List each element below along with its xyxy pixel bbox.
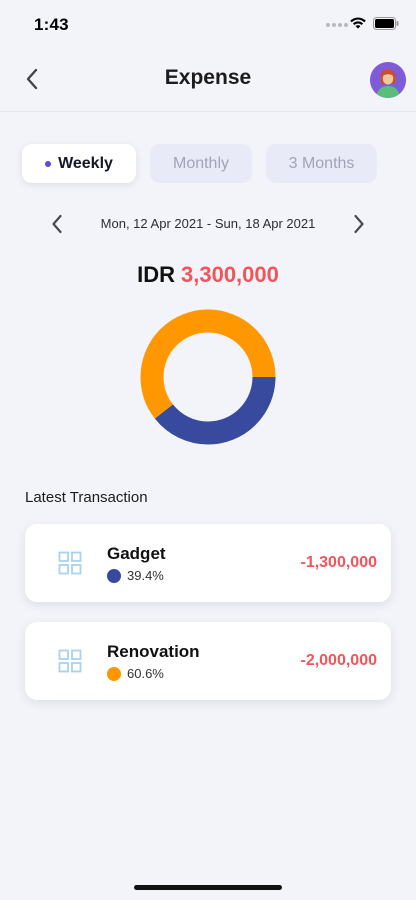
transaction-card-renovation[interactable]: Renovation 60.6% -2,000,000 bbox=[25, 622, 391, 700]
date-range-row: Mon, 12 Apr 2021 - Sun, 18 Apr 2021 bbox=[0, 210, 416, 238]
selected-dot-icon bbox=[45, 160, 52, 167]
section-title-latest-transaction: Latest Transaction bbox=[25, 489, 148, 506]
transaction-share: 39.4% bbox=[107, 568, 164, 583]
battery-icon bbox=[373, 17, 399, 30]
transaction-amount: -2,000,000 bbox=[300, 652, 377, 669]
user-avatar-icon bbox=[370, 62, 406, 98]
signal-icon bbox=[326, 23, 348, 27]
status-bar: 1:43 bbox=[0, 0, 416, 46]
grid-icon bbox=[58, 649, 82, 673]
transaction-share: 60.6% bbox=[107, 666, 164, 681]
next-period-button[interactable] bbox=[348, 213, 370, 235]
tab-weekly[interactable]: Weekly bbox=[22, 144, 136, 183]
transaction-amount: -1,300,000 bbox=[300, 554, 377, 571]
home-indicator[interactable] bbox=[134, 885, 282, 890]
legend-dot-icon bbox=[107, 666, 121, 681]
tab-monthly-label: Monthly bbox=[172, 154, 230, 172]
avatar[interactable] bbox=[370, 62, 406, 98]
expense-donut-chart bbox=[140, 309, 276, 445]
tab-3-months-label: 3 Months bbox=[288, 154, 355, 172]
transaction-name: Renovation bbox=[107, 642, 200, 661]
transaction-percent: 39.4% bbox=[127, 568, 164, 583]
transaction-percent: 60.6% bbox=[127, 666, 164, 681]
total-currency: IDR bbox=[137, 262, 175, 287]
period-selector: Weekly Monthly 3 Months bbox=[22, 144, 382, 184]
chevron-right-icon bbox=[354, 214, 364, 234]
legend-dot-icon bbox=[107, 568, 121, 583]
total-amount: 3,300,000 bbox=[181, 262, 279, 287]
nav-bar: Expense bbox=[0, 46, 416, 112]
wifi-icon bbox=[350, 17, 366, 29]
tab-3-months[interactable]: 3 Months bbox=[266, 144, 377, 183]
page-title: Expense bbox=[164, 66, 252, 89]
transaction-name: Gadget bbox=[107, 544, 166, 563]
grid-icon bbox=[58, 551, 82, 575]
transaction-card-gadget[interactable]: Gadget 39.4% -1,300,000 bbox=[25, 524, 391, 602]
tab-weekly-label: Weekly bbox=[58, 154, 113, 172]
status-time: 1:43 bbox=[34, 15, 69, 34]
tab-monthly[interactable]: Monthly bbox=[150, 144, 252, 183]
total-expense: IDR 3,300,000 bbox=[0, 262, 416, 288]
